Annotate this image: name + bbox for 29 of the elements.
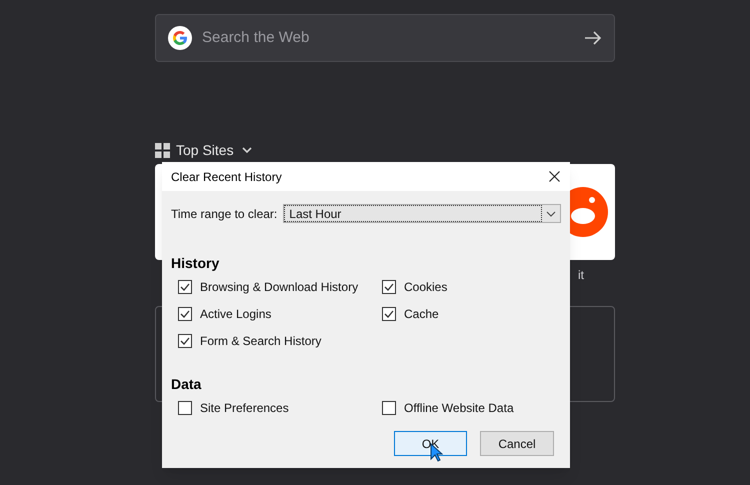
chevron-down-icon[interactable] (242, 146, 252, 154)
grid-icon (155, 142, 170, 158)
field-label: Time range to clear: (171, 206, 278, 222)
checkbox-label: Site Preferences (200, 400, 289, 416)
checkbox-label: Cache (404, 306, 439, 322)
checkbox[interactable] (382, 306, 396, 320)
checkbox[interactable] (178, 400, 192, 414)
checkbox-label: Offline Website Data (404, 400, 514, 416)
checkbox[interactable] (178, 306, 192, 320)
search-field[interactable]: Search the Web (155, 14, 615, 62)
checkbox-label: Cookies (404, 278, 448, 296)
search-input[interactable]: Search the Web (202, 26, 574, 50)
section-heading: Data (171, 375, 202, 392)
checkbox-label: Active Logins (200, 306, 272, 322)
checkbox[interactable] (382, 280, 396, 294)
section-title: Top Sites (176, 140, 234, 160)
google-icon (168, 26, 192, 50)
checkbox[interactable] (178, 280, 192, 294)
checkbox-label: Form & Search History (200, 332, 322, 350)
checkbox-label: Browsing & Download History (200, 278, 358, 296)
checkbox[interactable] (178, 334, 192, 348)
time-range-dropdown[interactable]: Last Hour (283, 204, 561, 223)
site-label: it (578, 267, 584, 284)
dialog-button[interactable]: Cancel (480, 431, 554, 456)
checkbox[interactable] (382, 400, 396, 414)
arrow-right-icon[interactable] (584, 30, 602, 46)
dialog-title: Clear Recent History (171, 168, 282, 186)
section-heading: History (171, 254, 220, 271)
close-icon[interactable] (549, 171, 560, 182)
